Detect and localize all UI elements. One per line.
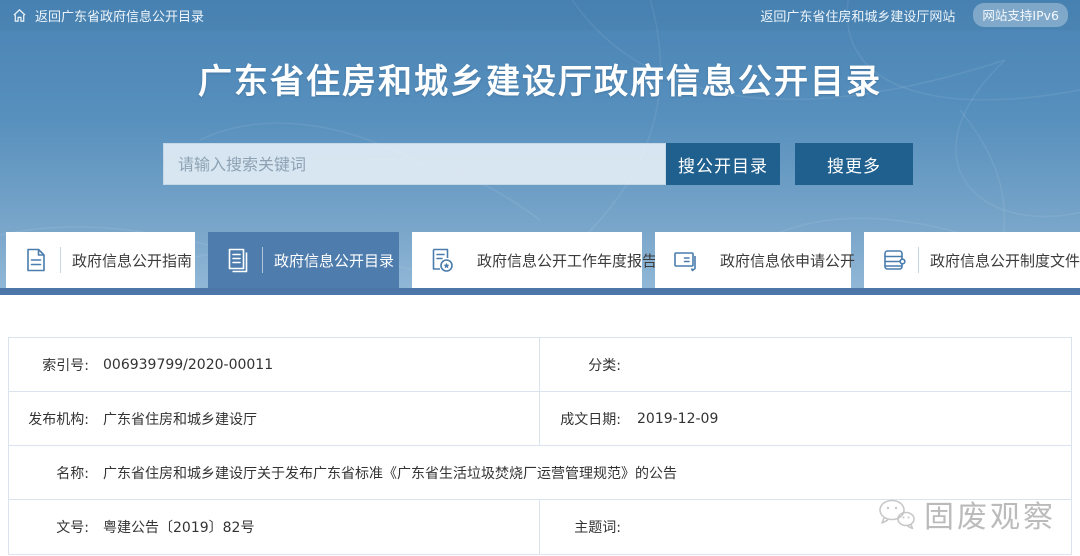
document-name-value: 广东省住房和城乡建设厅关于发布广东省标准《广东省生活垃圾焚烧厂运营管理规范》的公…: [89, 463, 1071, 483]
index-number-value: 006939799/2020-00011: [89, 357, 539, 373]
page-header: 返回广东省政府信息公开目录 返回广东省住房和城乡建设厅网站 网站支持IPv6 广…: [0, 0, 1080, 295]
issuing-agency-value: 广东省住房和城乡建设厅: [89, 409, 539, 429]
document-detail-table: 索引号: 006939799/2020-00011 分类: 发布机构: 广东省住…: [8, 337, 1072, 555]
subject-words-label: 主题词:: [539, 500, 621, 554]
tabs-baseline-bar: [0, 288, 1080, 295]
tab-divider: [60, 247, 61, 273]
issue-date-value: 2019-12-09: [621, 411, 1071, 427]
catalog-documents-icon: [225, 247, 251, 273]
table-row: 文号: 粤建公告〔2019〕82号 主题词:: [9, 500, 1071, 554]
tab-disclosure-upon-application[interactable]: 政府信息依申请公开: [655, 232, 851, 288]
tab-disclosure-catalog[interactable]: 政府信息公开目录: [208, 232, 399, 288]
issue-date-label: 成文日期:: [539, 392, 621, 445]
back-to-province-directory-link[interactable]: 返回广东省政府信息公开目录: [35, 6, 204, 25]
top-navigation-bar: 返回广东省政府信息公开目录 返回广东省住房和城乡建设厅网站 网站支持IPv6: [0, 0, 1080, 30]
tab-disclosure-guide[interactable]: 政府信息公开指南: [6, 232, 195, 288]
tab-divider: [918, 247, 919, 273]
index-number-label: 索引号:: [9, 355, 89, 375]
search-catalog-button[interactable]: 搜公开目录: [666, 143, 780, 185]
document-name-label: 名称:: [9, 463, 89, 483]
category-label: 分类:: [539, 338, 621, 391]
back-to-department-site-link[interactable]: 返回广东省住房和城乡建设厅网站: [760, 6, 955, 25]
guide-document-icon: [23, 247, 49, 273]
application-form-icon: [672, 247, 698, 273]
ipv6-support-badge: 网站支持IPv6: [973, 3, 1068, 27]
search-more-button[interactable]: 搜更多: [795, 143, 913, 185]
search-input[interactable]: [163, 143, 666, 185]
page-title: 广东省住房和城乡建设厅政府信息公开目录: [0, 57, 1080, 107]
tab-bar: 政府信息公开指南 政府信息公开目录: [0, 232, 1080, 288]
home-icon: [12, 8, 27, 23]
document-number-value: 粤建公告〔2019〕82号: [89, 517, 539, 537]
table-row: 索引号: 006939799/2020-00011 分类:: [9, 338, 1071, 392]
tab-policy-documents[interactable]: 政府信息公开制度文件: [864, 232, 1080, 288]
issuing-agency-label: 发布机构:: [9, 409, 89, 429]
tab-divider: [262, 247, 263, 273]
table-row: 名称: 广东省住房和城乡建设厅关于发布广东省标准《广东省生活垃圾焚烧厂运营管理规…: [9, 446, 1071, 500]
policy-files-icon: [881, 247, 907, 273]
table-row: 发布机构: 广东省住房和城乡建设厅 成文日期: 2019-12-09: [9, 392, 1071, 446]
search-bar: 搜公开目录 搜更多: [163, 143, 1080, 185]
document-number-label: 文号:: [9, 517, 89, 537]
main-content: 索引号: 006939799/2020-00011 分类: 发布机构: 广东省住…: [0, 295, 1080, 555]
annual-report-icon: [429, 247, 455, 273]
tab-annual-report[interactable]: 政府信息公开工作年度报告: [412, 232, 642, 288]
